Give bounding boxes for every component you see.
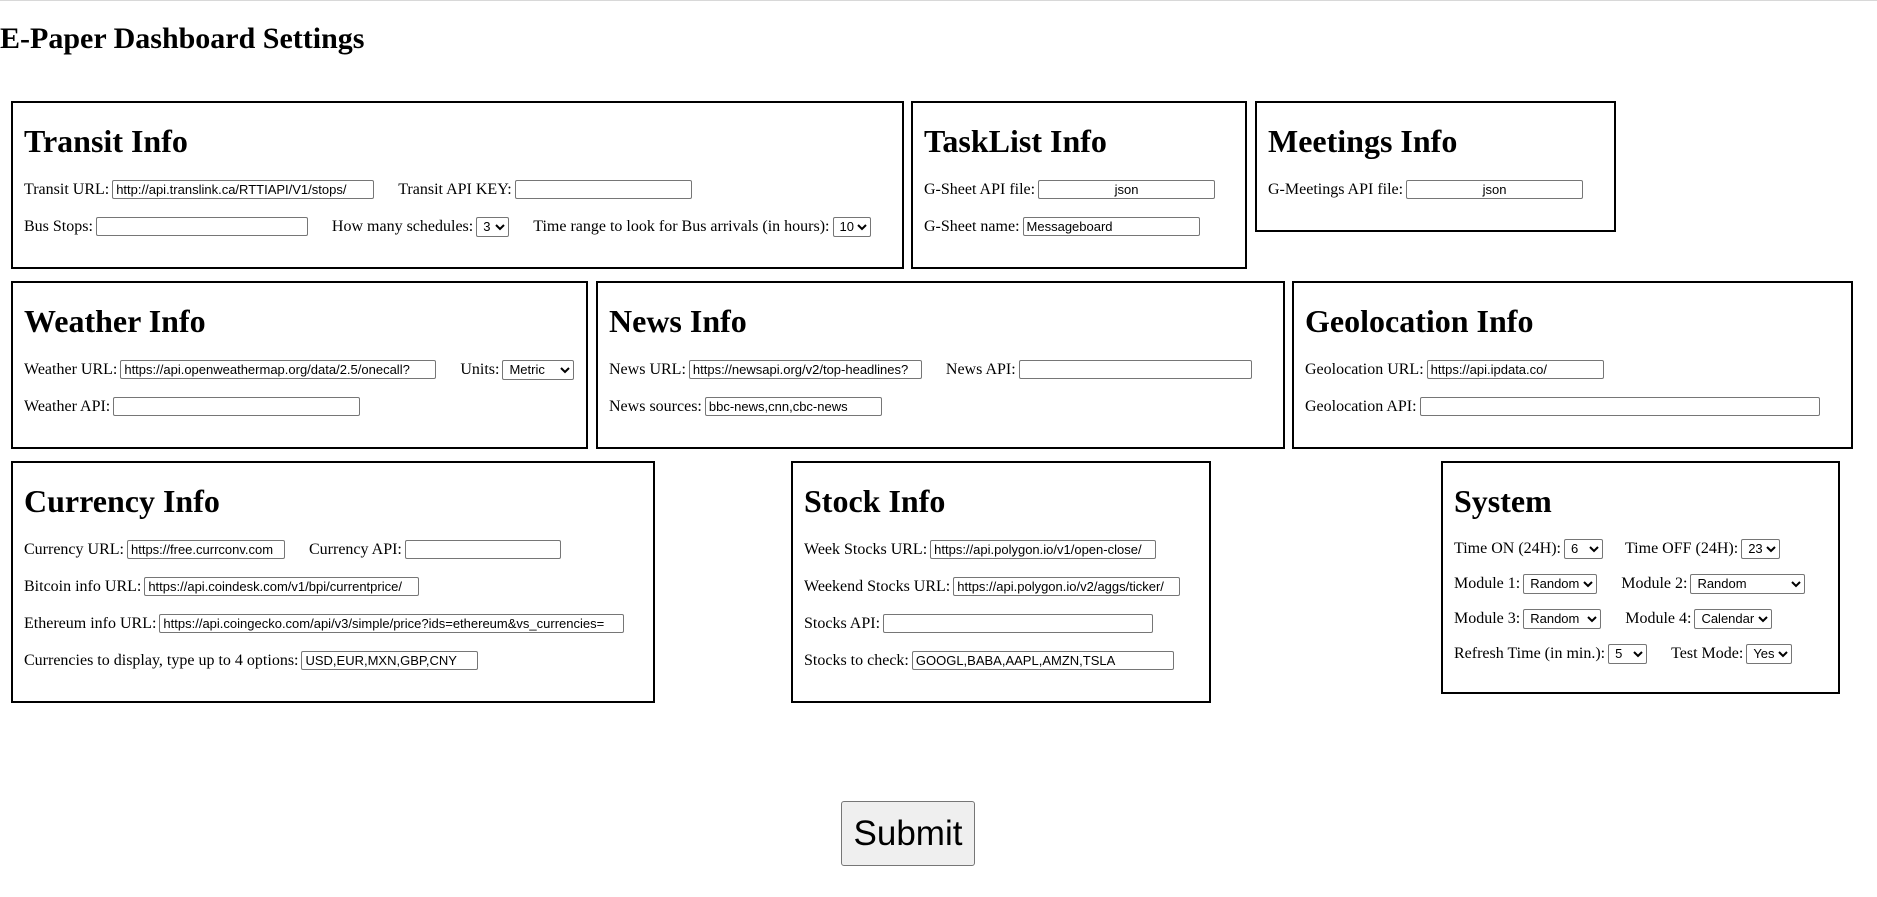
- currency-api-label: Currency API:: [308, 540, 402, 558]
- time-range-label: Time range to look for Bus arrivals (in …: [533, 217, 830, 235]
- transit-url-input[interactable]: [112, 180, 375, 200]
- time-range-select[interactable]: 10: [832, 216, 871, 237]
- stock-section: Stock Info Week Stocks URL: Weekend Stoc…: [791, 461, 1211, 703]
- section-heading: Currency Info: [24, 483, 220, 519]
- news-api-input[interactable]: [1018, 360, 1252, 380]
- module-2-label: Module 2:: [1621, 574, 1688, 592]
- module-4-select[interactable]: Calendar: [1694, 608, 1773, 629]
- section-heading: News Info: [609, 303, 747, 339]
- currency-url-input[interactable]: [126, 540, 285, 560]
- stocks-check-input[interactable]: [911, 651, 1174, 671]
- geolocation-section: Geolocation Info Geolocation URL: Geoloc…: [1292, 281, 1853, 449]
- stocks-check-label: Stocks to check:: [804, 651, 909, 669]
- gsheet-api-input[interactable]: [1038, 180, 1216, 200]
- section-heading: Weather Info: [24, 303, 206, 339]
- geolocation-url-label: Geolocation URL:: [1305, 360, 1424, 378]
- module-1-label: Module 1:: [1454, 574, 1521, 592]
- weather-url-label: Weather URL:: [24, 360, 118, 378]
- section-heading: System: [1454, 483, 1552, 519]
- weather-api-input[interactable]: [113, 397, 361, 417]
- page-title: E-Paper Dashboard Settings: [0, 22, 365, 55]
- stocks-api-label: Stocks API:: [804, 614, 881, 632]
- schedules-label: How many schedules:: [331, 217, 474, 235]
- module-3-select[interactable]: Random: [1523, 608, 1602, 629]
- gmeetings-api-label: G-Meetings API file:: [1268, 180, 1404, 198]
- currencies-display-input[interactable]: [301, 651, 479, 671]
- currency-section: Currency Info Currency URL: Currency API…: [11, 461, 655, 703]
- gsheet-name-input[interactable]: [1022, 217, 1200, 237]
- news-sources-label: News sources:: [609, 397, 702, 415]
- news-sources-input[interactable]: [704, 397, 882, 417]
- gsheet-name-label: G-Sheet name:: [924, 217, 1020, 235]
- gsheet-api-label: G-Sheet API file:: [924, 180, 1036, 198]
- bus-stops-input[interactable]: [95, 217, 308, 237]
- transit-url-label: Transit URL:: [24, 180, 110, 198]
- section-heading: Stock Info: [804, 483, 946, 519]
- bus-stops-label: Bus Stops:: [24, 217, 93, 235]
- ethereum-url-input[interactable]: [159, 614, 625, 634]
- news-url-label: News URL:: [609, 360, 686, 378]
- refresh-time-select[interactable]: 5: [1608, 643, 1648, 664]
- geolocation-api-input[interactable]: [1419, 397, 1820, 417]
- transit-key-label: Transit API KEY:: [398, 180, 512, 198]
- system-section: System Time ON (24H): 6 Time OFF (24H): …: [1441, 461, 1840, 694]
- gmeetings-api-input[interactable]: [1406, 180, 1584, 200]
- stocks-api-input[interactable]: [883, 614, 1154, 634]
- weather-section: Weather Info Weather URL: Units: Metric …: [11, 281, 588, 449]
- currency-url-label: Currency URL:: [24, 540, 124, 558]
- meetings-section: Meetings Info G-Meetings API file:: [1255, 101, 1616, 232]
- time-off-select[interactable]: 23: [1741, 538, 1781, 559]
- week-stocks-url-input[interactable]: [930, 540, 1157, 560]
- transit-key-input[interactable]: [514, 180, 692, 200]
- module-4-label: Module 4:: [1625, 609, 1692, 627]
- module-1-select[interactable]: Random: [1523, 573, 1598, 594]
- section-heading: TaskList Info: [924, 123, 1107, 159]
- currencies-display-label: Currencies to display, type up to 4 opti…: [24, 651, 299, 669]
- bitcoin-url-input[interactable]: [144, 577, 420, 597]
- test-mode-label: Test Mode:: [1671, 644, 1744, 662]
- section-heading: Geolocation Info: [1305, 303, 1534, 339]
- news-section: News Info News URL: News API: News sourc…: [596, 281, 1285, 449]
- bitcoin-url-label: Bitcoin info URL:: [24, 577, 142, 595]
- weather-url-input[interactable]: [120, 360, 437, 380]
- module-3-label: Module 3:: [1454, 609, 1521, 627]
- units-label: Units:: [460, 360, 500, 378]
- week-stocks-url-label: Week Stocks URL:: [804, 540, 928, 558]
- test-mode-select[interactable]: Yes: [1746, 643, 1793, 664]
- refresh-time-label: Refresh Time (in min.):: [1454, 644, 1606, 662]
- weekend-stocks-url-input[interactable]: [953, 577, 1181, 597]
- schedules-select[interactable]: 3: [476, 216, 510, 237]
- weather-api-label: Weather API:: [24, 397, 111, 415]
- module-2-select[interactable]: Random: [1690, 573, 1806, 594]
- section-heading: Transit Info: [24, 123, 188, 159]
- transit-section: Transit Info Transit URL: Transit API KE…: [11, 101, 904, 269]
- news-api-label: News API:: [945, 360, 1016, 378]
- geolocation-api-label: Geolocation API:: [1305, 397, 1417, 415]
- weekend-stocks-url-label: Weekend Stocks URL:: [804, 577, 951, 595]
- ethereum-url-label: Ethereum info URL:: [24, 614, 157, 632]
- time-on-select[interactable]: 6: [1563, 538, 1603, 559]
- section-heading: Meetings Info: [1268, 123, 1458, 159]
- submit-button[interactable]: Submit: [841, 801, 975, 866]
- top-divider: [0, 0, 1877, 1]
- time-on-label: Time ON (24H):: [1454, 539, 1561, 557]
- news-url-input[interactable]: [688, 360, 922, 380]
- geolocation-url-input[interactable]: [1426, 360, 1604, 380]
- currency-api-input[interactable]: [404, 540, 561, 560]
- tasklist-section: TaskList Info G-Sheet API file: G-Sheet …: [911, 101, 1247, 269]
- time-off-label: Time OFF (24H):: [1624, 539, 1739, 557]
- units-select[interactable]: Metric: [502, 359, 575, 380]
